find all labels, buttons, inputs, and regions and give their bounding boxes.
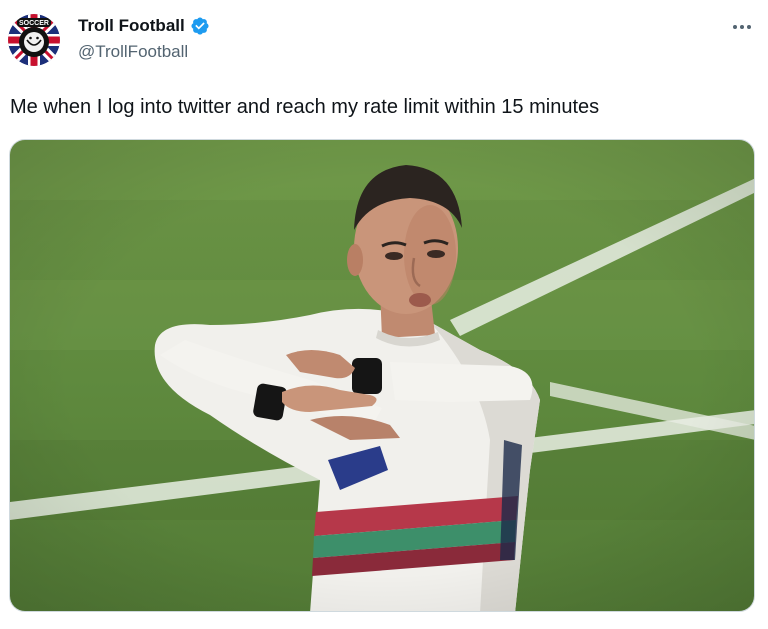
verified-badge-icon[interactable] xyxy=(190,16,210,36)
tweet-text: Me when I log into twitter and reach my … xyxy=(10,96,600,118)
author-name-row: Troll Football xyxy=(78,14,210,38)
avatar-logo-icon: SOCCER xyxy=(8,14,60,66)
author-display-name[interactable]: Troll Football xyxy=(78,16,185,36)
football-player-photo-icon xyxy=(10,140,754,611)
tweet-card[interactable]: SOCCER Troll Football @TrollFootball Me … xyxy=(0,0,768,629)
more-horizontal-icon xyxy=(733,25,751,29)
more-options-button[interactable] xyxy=(724,14,760,40)
author-handle[interactable]: @TrollFootball xyxy=(78,42,188,62)
tweet-media-photo[interactable] xyxy=(9,139,755,612)
author-avatar[interactable]: SOCCER xyxy=(8,14,60,66)
svg-text:SOCCER: SOCCER xyxy=(19,20,49,27)
